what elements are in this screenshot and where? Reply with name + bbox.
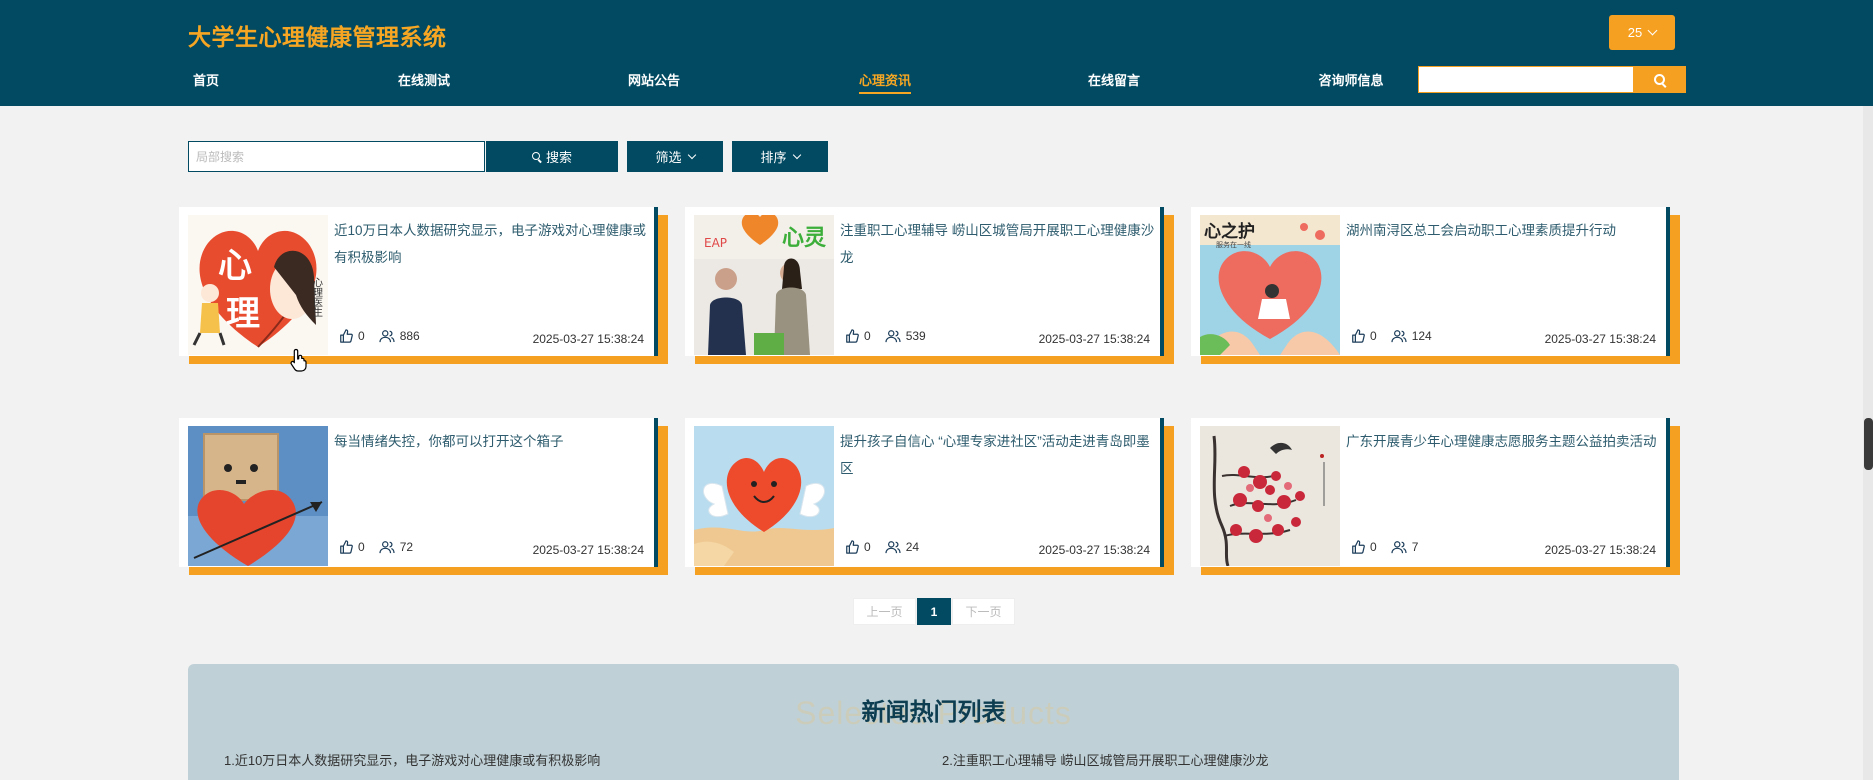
local-search-input[interactable] — [188, 141, 485, 172]
users-icon — [885, 541, 901, 554]
search-icon — [1653, 73, 1666, 86]
view-count: 124 — [1411, 329, 1432, 343]
users-icon — [885, 330, 901, 343]
site-title[interactable]: 大学生心理健康管理系统 — [188, 18, 447, 52]
thumbs-up-icon[interactable] — [339, 540, 353, 554]
article-stats: 0 886 — [339, 329, 434, 343]
users-icon — [379, 330, 395, 343]
card-image-text: 心灵 — [782, 226, 826, 251]
article-thumbnail[interactable]: 心 理 心理医生 — [188, 215, 328, 355]
article-card[interactable]: 每当情绪失控，你都可以打开这个箱子 0 72 2025-03-27 15:38:… — [179, 418, 658, 567]
article-title[interactable]: 注重职工心理辅导 崂山区城管局开展职工心理健康沙龙 — [840, 217, 1155, 271]
article-date: 2025-03-27 15:38:24 — [1544, 543, 1656, 557]
view-count: 886 — [399, 329, 420, 343]
chevron-down-icon — [687, 150, 696, 160]
user-menu-label: 25 — [1627, 25, 1643, 40]
view-count: 72 — [399, 540, 414, 554]
sort-label: 排序 — [760, 150, 787, 165]
article-stats: 0 124 — [1351, 329, 1446, 343]
sort-dropdown[interactable]: 排序 — [732, 141, 828, 172]
article-card[interactable]: 提升孩子自信心 “心理专家进社区”活动走进青岛即墨区 0 24 2025-03-… — [685, 418, 1164, 567]
like-count: 0 — [358, 329, 365, 343]
thumbs-up-icon[interactable] — [1351, 540, 1365, 554]
view-count: 24 — [905, 540, 920, 554]
article-card[interactable]: 心灵 EAP 注重职工心理辅导 崂山区城管局开展职工心理健康沙龙 0 539 2… — [685, 207, 1164, 356]
hot-news-item[interactable]: 1.近10万日本人数据研究显示，电子游戏对心理健康或有积极影响 — [224, 750, 600, 769]
nav-item-home[interactable]: 首页 — [193, 70, 219, 89]
article-stats: 0 24 — [845, 540, 933, 554]
filter-dropdown[interactable]: 筛选 — [627, 141, 723, 172]
hand-cursor-icon — [290, 348, 307, 372]
header-search-button[interactable] — [1633, 66, 1686, 93]
thumbs-up-icon[interactable] — [339, 329, 353, 343]
like-count: 0 — [864, 540, 871, 554]
nav-item-psychology-news[interactable]: 心理资讯 — [858, 70, 912, 94]
article-card[interactable]: 心 理 心理医生 近10万日本人数据研究显示，电子游戏对心理健康或有积极影响 0… — [179, 207, 658, 356]
card-image-text: 心 — [218, 246, 252, 286]
hot-news-title: 新闻热门列表 — [861, 699, 1006, 726]
article-title[interactable]: 近10万日本人数据研究显示，电子游戏对心理健康或有积极影响 — [334, 217, 649, 271]
like-count: 0 — [1370, 329, 1377, 343]
users-icon — [1391, 330, 1407, 343]
like-count: 0 — [1370, 540, 1377, 554]
card-image-text: 理 — [226, 294, 260, 334]
article-thumbnail[interactable]: 心之护 服务在一线 — [1200, 215, 1340, 355]
article-thumbnail[interactable] — [694, 426, 834, 566]
card-image-text: 服务在一线 — [1216, 240, 1251, 249]
card-image-text: 心之护 — [1204, 221, 1255, 242]
users-icon — [1391, 541, 1407, 554]
nav-item-online-test[interactable]: 在线测试 — [398, 70, 450, 89]
nav-item-announcements[interactable]: 网站公告 — [628, 70, 680, 89]
article-date: 2025-03-27 15:38:24 — [1544, 332, 1656, 346]
article-date: 2025-03-27 15:38:24 — [1038, 332, 1150, 346]
card-image-text: EAP — [704, 236, 727, 250]
page-number-button[interactable]: 1 — [917, 598, 951, 625]
article-stats: 0 7 — [1351, 540, 1432, 554]
card-image-text: 心理医生 — [311, 277, 323, 317]
article-stats: 0 72 — [339, 540, 427, 554]
chevron-down-icon — [792, 150, 801, 160]
nav-item-messages[interactable]: 在线留言 — [1088, 70, 1140, 89]
view-count: 539 — [905, 329, 926, 343]
article-title[interactable]: 每当情绪失控，你都可以打开这个箱子 — [334, 428, 649, 455]
article-thumbnail[interactable] — [1200, 426, 1340, 566]
article-card[interactable]: 心之护 服务在一线 湖州南浔区总工会启动职工心理素质提升行动 0 124 202… — [1191, 207, 1670, 356]
thumbs-up-icon[interactable] — [845, 329, 859, 343]
article-thumbnail[interactable]: 心灵 EAP — [694, 215, 834, 355]
article-stats: 0 539 — [845, 329, 940, 343]
search-button[interactable]: 搜索 — [486, 141, 618, 172]
chevron-down-icon — [1647, 25, 1658, 36]
article-card[interactable]: 广东开展青少年心理健康志愿服务主题公益拍卖活动 0 7 2025-03-27 1… — [1191, 418, 1670, 567]
article-title[interactable]: 提升孩子自信心 “心理专家进社区”活动走进青岛即墨区 — [840, 428, 1155, 482]
next-page-button[interactable]: 下一页 — [952, 598, 1015, 625]
search-icon — [531, 151, 542, 162]
filter-label: 筛选 — [655, 150, 682, 165]
thumbs-up-icon[interactable] — [1351, 329, 1365, 343]
hot-news-item[interactable]: 2.注重职工心理辅导 崂山区城管局开展职工心理健康沙龙 — [942, 750, 1268, 769]
view-count: 7 — [1411, 540, 1419, 554]
search-button-label: 搜索 — [545, 150, 572, 165]
thumbs-up-icon[interactable] — [845, 540, 859, 554]
top-navigation-bar: 大学生心理健康管理系统 25 首页 在线测试 网站公告 心理资讯 在线留言 咨询… — [0, 0, 1873, 106]
article-date: 2025-03-27 15:38:24 — [1038, 543, 1150, 557]
prev-page-button[interactable]: 上一页 — [853, 598, 916, 625]
article-date: 2025-03-27 15:38:24 — [532, 543, 644, 557]
article-title[interactable]: 广东开展青少年心理健康志愿服务主题公益拍卖活动 — [1346, 428, 1661, 455]
article-title[interactable]: 湖州南浔区总工会启动职工心理素质提升行动 — [1346, 217, 1661, 244]
article-thumbnail[interactable] — [188, 426, 328, 566]
hot-news-panel: Selected Products 新闻热门列表 1.近10万日本人数据研究显示… — [188, 664, 1679, 780]
like-count: 0 — [864, 329, 871, 343]
page-scrollbar-thumb[interactable] — [1864, 418, 1873, 470]
nav-item-counselors[interactable]: 咨询师信息 — [1318, 70, 1383, 89]
article-date: 2025-03-27 15:38:24 — [532, 332, 644, 346]
like-count: 0 — [358, 540, 365, 554]
users-icon — [379, 541, 395, 554]
user-menu-button[interactable]: 25 — [1609, 15, 1675, 50]
